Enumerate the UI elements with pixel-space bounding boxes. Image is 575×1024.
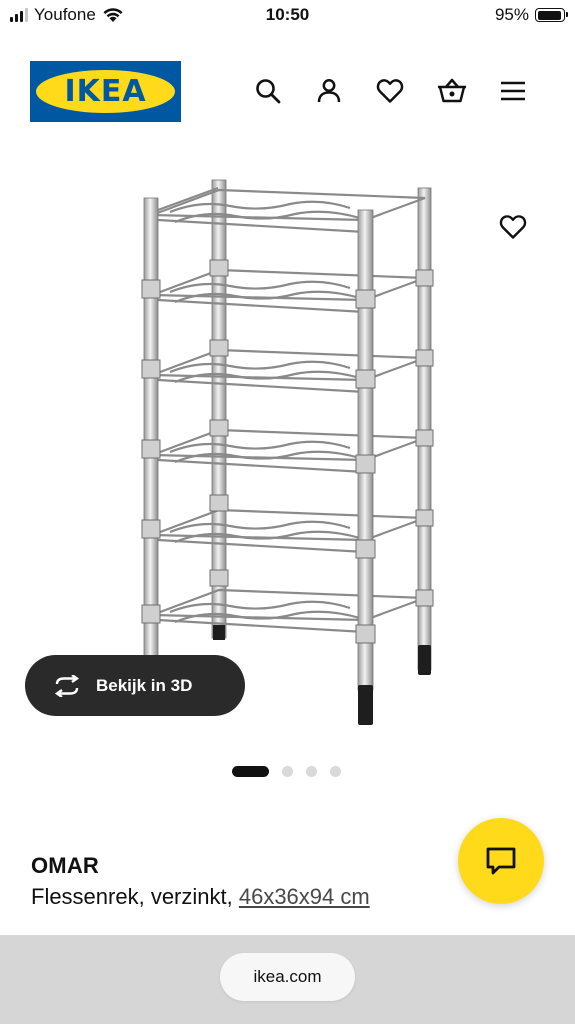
browser-bottom-bar: ikea.com — [0, 935, 575, 1024]
gallery-dot[interactable] — [306, 766, 317, 777]
gallery-pagination[interactable] — [0, 765, 575, 777]
product-name: OMAR — [31, 853, 100, 878]
add-to-favourites-heart-icon[interactable] — [496, 210, 530, 244]
site-header: IKEA — [0, 55, 575, 127]
gallery-dot[interactable] — [232, 766, 269, 777]
clock: 10:50 — [265, 5, 310, 24]
product-type: Flessenrek, verzinkt, — [31, 884, 239, 909]
chat-icon — [486, 847, 516, 875]
battery-percent: 95% — [494, 5, 529, 24]
status-bar: Youfone 10:50 95% — [0, 0, 575, 32]
shopping-basket-icon[interactable] — [436, 75, 468, 107]
status-right: 95% — [494, 5, 568, 25]
view-in-3d-button[interactable]: Bekijk in 3D — [25, 655, 245, 716]
user-icon[interactable] — [313, 75, 345, 107]
product-description: Flessenrek, verzinkt, 46x36x94 cm — [31, 884, 370, 910]
product-gallery[interactable]: Bekijk in 3D — [0, 140, 575, 760]
logo-text: IKEA — [64, 74, 147, 109]
product-size-link[interactable]: 46x36x94 cm — [239, 884, 370, 909]
gallery-dot[interactable] — [282, 766, 293, 777]
search-icon[interactable] — [252, 75, 284, 107]
heart-icon[interactable] — [374, 75, 406, 107]
battery-icon — [535, 8, 568, 22]
menu-icon[interactable] — [497, 75, 529, 107]
rotate-3d-icon — [54, 674, 80, 697]
url-text: ikea.com — [253, 967, 322, 986]
view-in-3d-label: Bekijk in 3D — [96, 675, 193, 695]
gallery-dot[interactable] — [330, 766, 341, 777]
ikea-logo[interactable]: IKEA — [30, 61, 181, 122]
address-bar[interactable]: ikea.com — [220, 953, 355, 1001]
chat-button[interactable] — [458, 818, 544, 904]
